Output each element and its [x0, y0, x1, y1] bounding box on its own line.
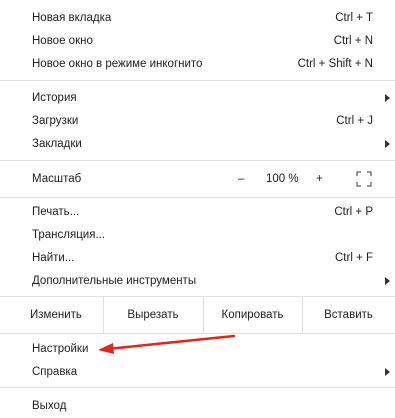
- zoom-label: Масштаб: [32, 173, 82, 185]
- separator: [0, 160, 395, 161]
- new-window-shortcut: Ctrl + N: [333, 35, 373, 47]
- menu-item-new-tab[interactable]: Новая вкладка Ctrl + T: [0, 7, 395, 29]
- incognito-shortcut: Ctrl + Shift + N: [297, 58, 373, 70]
- submenu-arrow-icon: [385, 277, 390, 285]
- downloads-label: Загрузки: [32, 115, 79, 127]
- settings-label: Настройки: [32, 343, 89, 355]
- history-label: История: [32, 92, 77, 104]
- menu-item-incognito[interactable]: Новое окно в режиме инкогнито Ctrl + Shi…: [0, 53, 395, 75]
- find-shortcut: Ctrl + F: [334, 252, 373, 264]
- zoom-in-button[interactable]: +: [316, 173, 323, 185]
- zoom-out-button[interactable]: –: [238, 173, 244, 185]
- cut-button[interactable]: Вырезать: [103, 297, 203, 333]
- menu-item-exit[interactable]: Выход: [0, 395, 395, 417]
- submenu-arrow-icon: [385, 140, 390, 148]
- menu-item-settings[interactable]: Настройки: [0, 338, 395, 360]
- copy-button[interactable]: Копировать: [203, 297, 302, 333]
- fullscreen-icon[interactable]: [355, 170, 373, 188]
- print-label: Печать...: [32, 206, 80, 218]
- cast-label: Трансляция...: [32, 229, 106, 241]
- new-tab-label: Новая вкладка: [32, 12, 112, 24]
- menu-item-downloads[interactable]: Загрузки Ctrl + J: [0, 110, 395, 132]
- separator: [0, 80, 395, 81]
- menu-item-more-tools[interactable]: Дополнительные инструменты: [0, 270, 395, 292]
- submenu-arrow-icon: [385, 94, 390, 102]
- bookmarks-label: Закладки: [32, 138, 82, 150]
- menu-item-bookmarks[interactable]: Закладки: [0, 133, 395, 155]
- paste-button[interactable]: Вставить: [302, 297, 395, 333]
- separator: [0, 387, 395, 388]
- zoom-value: 100 %: [266, 173, 299, 185]
- edit-row: Изменить Вырезать Копировать Вставить: [0, 297, 395, 333]
- help-label: Справка: [32, 366, 78, 378]
- edit-label: Изменить: [30, 309, 82, 321]
- exit-label: Выход: [32, 400, 67, 412]
- more-tools-label: Дополнительные инструменты: [32, 275, 197, 287]
- menu-item-new-window[interactable]: Новое окно Ctrl + N: [0, 30, 395, 52]
- new-tab-shortcut: Ctrl + T: [335, 12, 373, 24]
- menu-item-cast[interactable]: Трансляция...: [0, 224, 395, 246]
- menu-item-find[interactable]: Найти... Ctrl + F: [0, 247, 395, 269]
- menu-item-print[interactable]: Печать... Ctrl + P: [0, 201, 395, 223]
- incognito-label: Новое окно в режиме инкогнито: [32, 58, 203, 70]
- menu-item-help[interactable]: Справка: [0, 361, 395, 383]
- zoom-row: Масштаб – 100 % +: [0, 167, 395, 191]
- print-shortcut: Ctrl + P: [334, 206, 373, 218]
- downloads-shortcut: Ctrl + J: [336, 115, 373, 127]
- submenu-arrow-icon: [385, 368, 390, 376]
- separator: [0, 197, 395, 198]
- find-label: Найти...: [32, 252, 75, 264]
- new-window-label: Новое окно: [32, 35, 93, 47]
- menu-item-history[interactable]: История: [0, 87, 395, 109]
- separator: [0, 333, 395, 334]
